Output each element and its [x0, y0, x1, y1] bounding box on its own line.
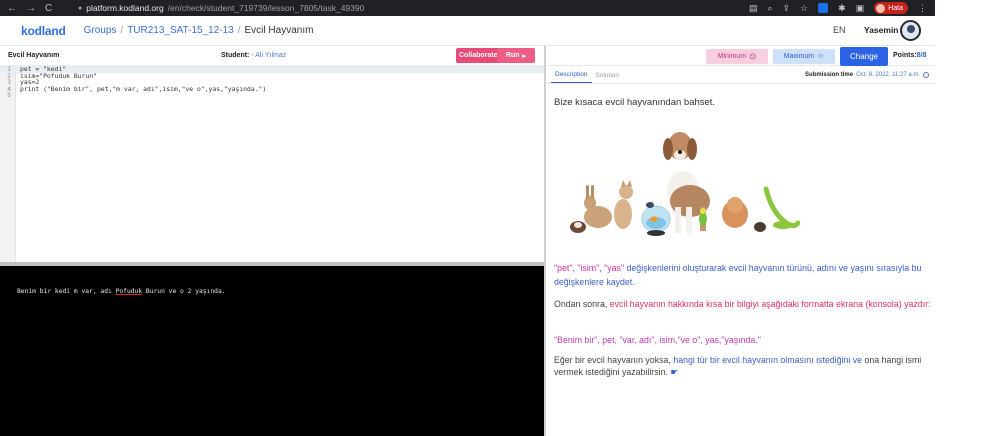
- profile-button[interactable]: Hata: [874, 2, 908, 14]
- editor-pane: Evcil Hayvanım Student: - Ali Yılmaz Col…: [0, 46, 544, 436]
- paragraph-text: Eğer bir evcil hayvanın yoksa,: [554, 355, 674, 365]
- task-paragraph-3: Eğer bir evcil hayvanın yoksa, hangi tür…: [554, 354, 929, 378]
- maximum-button[interactable]: Maximum ☺: [773, 49, 835, 64]
- browser-nav: ← → C: [0, 3, 78, 14]
- thumbs-up-icon: ☺: [817, 53, 825, 60]
- tab-description[interactable]: Description: [551, 71, 592, 83]
- cat-shape: [614, 199, 632, 229]
- share-icon[interactable]: ⇪: [783, 3, 791, 14]
- kodland-logo[interactable]: kodland: [21, 24, 66, 38]
- breadcrumb-group[interactable]: TUR213_SAT-15_12-13: [127, 25, 234, 36]
- extensions-puzzle-icon[interactable]: ✱: [838, 3, 846, 14]
- reload-icon[interactable]: C: [45, 3, 52, 14]
- run-button[interactable]: Run ▸: [497, 48, 535, 63]
- breadcrumb: Groups / TUR213_SAT-15_12-13 / Evcil Hay…: [84, 25, 314, 36]
- zoom-icon[interactable]: ⌕: [767, 3, 772, 14]
- points-value: 8/8: [916, 52, 927, 59]
- minimum-label: Minimum: [717, 53, 747, 60]
- browser-actions: ▤ ⌕ ⇪ ☆ ✱ ▣ Hata ⋮: [749, 0, 927, 16]
- submission-label: Submission time: [805, 72, 854, 78]
- profile-label: Hata: [888, 4, 903, 12]
- format-example: "Benim bir", pet, "var, adı", isim,"ve o…: [554, 335, 761, 345]
- breadcrumb-groups[interactable]: Groups: [84, 25, 117, 36]
- paragraph-highlight: hangi tür bir evcil hayvanın olmasını is…: [673, 355, 863, 365]
- line-number: 5: [7, 91, 11, 100]
- review-tabs: Description Solution Submission time Oct…: [546, 66, 935, 84]
- variables-highlight: "pet", "isim", "yas": [554, 263, 625, 273]
- bookmark-star-icon[interactable]: ☆: [800, 3, 808, 14]
- language-selector[interactable]: EN: [833, 25, 846, 35]
- breadcrumb-separator: /: [120, 25, 124, 36]
- points-display: Points:8/8: [893, 52, 926, 59]
- pointing-hand-icon: ☛: [670, 367, 679, 377]
- paragraph-highlight: evcil hayvanın hakkında kısa bir bilgiyi…: [609, 299, 931, 309]
- user-avatar-icon[interactable]: [900, 20, 921, 41]
- points-label: Points:: [893, 52, 917, 59]
- translate-icon[interactable]: ▤: [749, 3, 758, 14]
- submission-time-value: Oct. 8, 2022, 11:27 a.m.: [856, 72, 920, 78]
- student-info: Student: - Ali Yılmaz: [221, 52, 286, 59]
- submission-time: Submission time Oct. 8, 2022, 11:27 a.m.: [805, 72, 929, 78]
- student-label: Student:: [221, 52, 250, 59]
- page-margin: [935, 0, 1005, 436]
- code-line: 4 print ("Benim bir", pet,"m var, adı",i…: [0, 86, 544, 93]
- description-intro: Bize kısaca evcil hayvanından bahset.: [554, 97, 716, 108]
- output-console: Benim bir kedi m var, adı Pofuduk Burun …: [0, 266, 544, 436]
- tab-solution[interactable]: Solution: [592, 72, 624, 83]
- pets-illustration: [570, 132, 800, 236]
- change-button[interactable]: Change: [840, 47, 888, 66]
- review-pane: Minimum ☹ Maximum ☺ Change Points:8/8 De…: [546, 46, 935, 436]
- code-line: 2 isim="Pofuduk Burun": [0, 72, 544, 80]
- back-arrow-icon[interactable]: ←: [7, 3, 17, 14]
- code-line: 5: [0, 92, 544, 99]
- play-icon: ▸: [522, 52, 527, 60]
- console-text: Benim bir kedi m var, adı: [17, 288, 116, 295]
- thinking-emoji-icon: ☹: [749, 53, 757, 61]
- task-paragraph-1: "pet", "isim", "yas" değişkenlerini oluş…: [554, 261, 929, 289]
- menu-dots-icon[interactable]: ⋮: [918, 3, 927, 14]
- editor-toolbar: Evcil Hayvanım Student: - Ali Yılmaz Col…: [0, 46, 544, 65]
- code-text: print ("Benim bir", pet,"m var, adı",isi…: [20, 84, 267, 93]
- console-text: Burun ve o 2 yaşında.: [142, 288, 226, 295]
- code-editor[interactable]: 1 pet = "kedi" 2 isim="Pofuduk Burun" 3 …: [0, 65, 544, 262]
- run-label: Run: [505, 52, 520, 59]
- breadcrumb-current: Evcil Hayvanım: [244, 25, 314, 36]
- student-name[interactable]: - Ali Yılmaz: [251, 52, 286, 59]
- console-underlined-text: Pofuduk: [115, 288, 143, 295]
- app-header: kodland Groups / TUR213_SAT-15_12-13 / E…: [0, 16, 935, 46]
- collaborate-button[interactable]: Collaborate: [456, 48, 501, 63]
- console-output: Benim bir kedi m var, adı Pofuduk Burun …: [17, 288, 226, 295]
- profile-avatar-icon: [876, 3, 886, 13]
- url-path: /en/check/student_719739/lesson_7805/tas…: [167, 3, 365, 13]
- paragraph-text: Ondan sonra,: [554, 299, 610, 309]
- task-paragraph-2: Ondan sonra, evcil hayvanın hakkında kıs…: [554, 295, 932, 314]
- username[interactable]: Yasemin: [864, 25, 899, 35]
- browser-toolbar: ← → C ● platform.kodland.org/en/check/st…: [0, 0, 935, 16]
- lizard-shape: [763, 186, 800, 228]
- side-panel-icon[interactable]: ▣: [856, 3, 865, 14]
- url-host: platform.kodland.org: [86, 3, 164, 13]
- lock-icon: ●: [78, 4, 83, 12]
- breadcrumb-separator: /: [237, 25, 241, 36]
- grading-bar: Minimum ☹ Maximum ☺ Change Points:8/8: [546, 46, 935, 66]
- task-title: Evcil Hayvanım: [8, 52, 60, 59]
- forward-arrow-icon[interactable]: →: [26, 3, 36, 14]
- minimum-button[interactable]: Minimum ☹: [706, 49, 768, 64]
- address-bar[interactable]: ● platform.kodland.org/en/check/student_…: [78, 3, 364, 13]
- maximum-label: Maximum: [783, 53, 815, 60]
- clock-icon: [923, 72, 929, 78]
- extension-icon[interactable]: [818, 3, 829, 13]
